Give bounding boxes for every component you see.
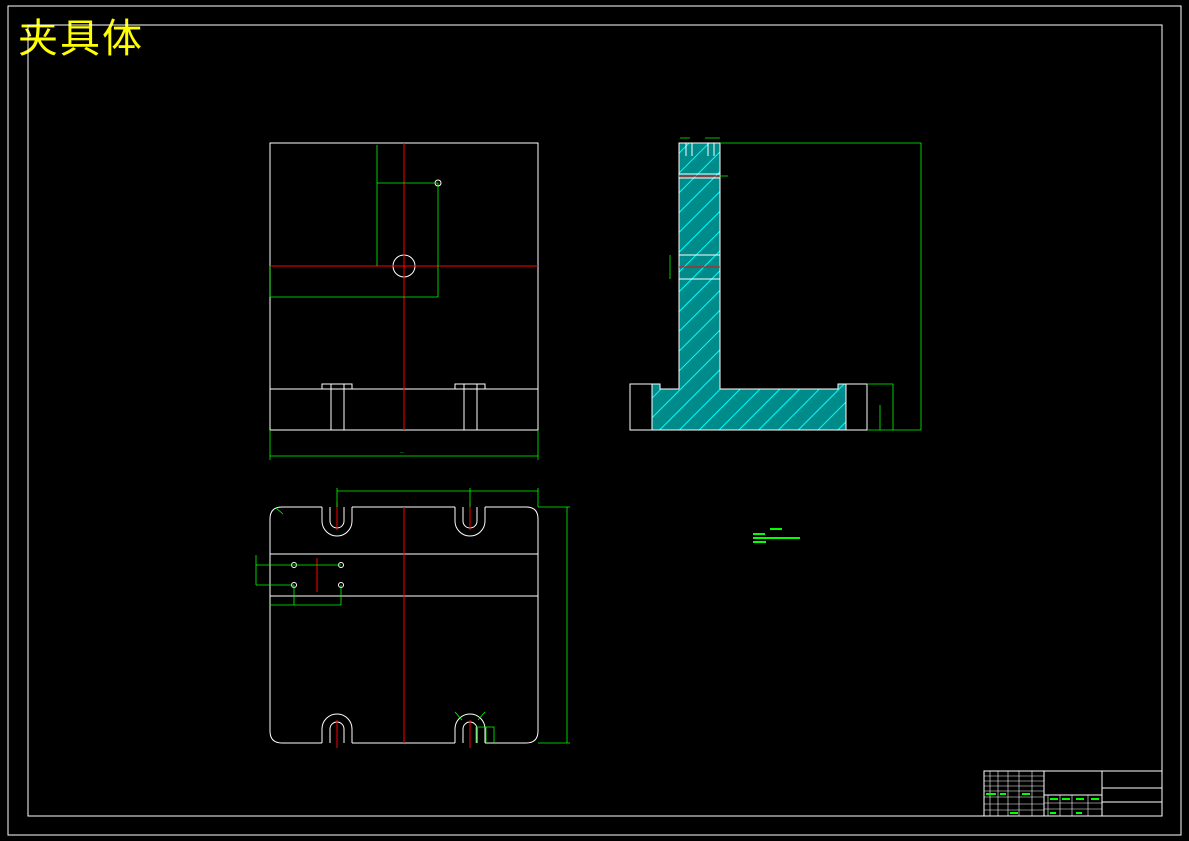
section-right-foot xyxy=(845,383,868,431)
cad-drawing-canvas: — xyxy=(7,5,1182,836)
front-view-slot-right xyxy=(454,383,486,430)
section-left-foot xyxy=(629,383,653,431)
top-view xyxy=(255,488,570,748)
sheet-inner-border xyxy=(27,24,1163,817)
section-hatched-body xyxy=(651,142,847,431)
sheet-outer-border xyxy=(7,5,1182,836)
technical-notes xyxy=(753,528,800,543)
title-block xyxy=(983,770,1163,817)
top-view-slot-centerlines xyxy=(316,502,471,748)
side-section-view xyxy=(629,137,922,431)
front-view-dimension-text: — xyxy=(400,450,404,455)
front-view-slot-left xyxy=(321,383,353,430)
title-block-green-entries xyxy=(986,793,1099,814)
top-view-dimension-lines xyxy=(255,488,570,744)
front-view: — xyxy=(269,142,539,460)
